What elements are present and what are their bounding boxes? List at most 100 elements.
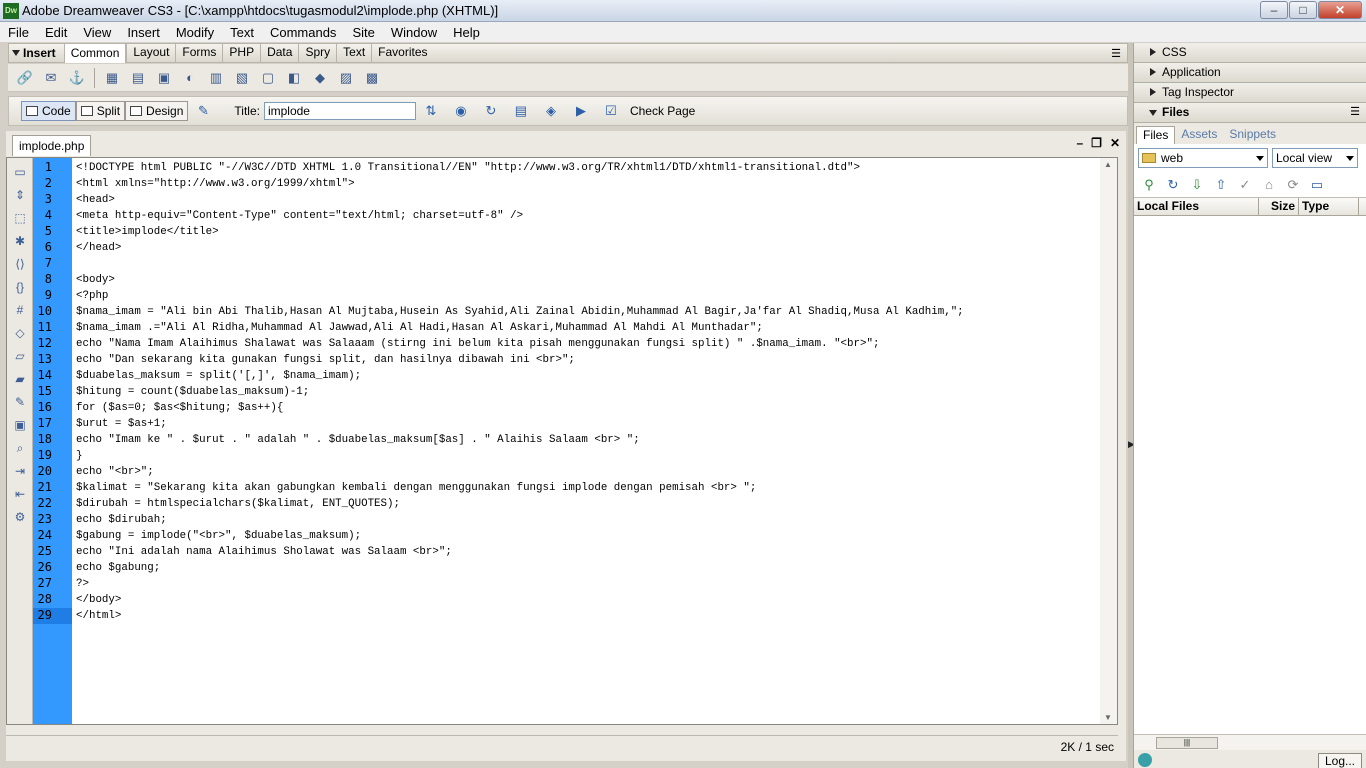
maximize-button[interactable]: □ (1289, 1, 1317, 19)
code-line[interactable]: echo "<br>"; (76, 464, 1099, 480)
check-out-icon[interactable]: ✓ (1236, 177, 1254, 193)
document-tab[interactable]: implode.php (12, 135, 92, 156)
select-parent-tag-icon[interactable]: ⟨⟩ (11, 255, 29, 273)
live-data-icon[interactable]: ✎ (192, 101, 214, 121)
balance-braces-icon[interactable]: {} (11, 278, 29, 296)
column-type[interactable]: Type (1299, 198, 1359, 215)
panel-options-menu-icon[interactable]: ☰ (1111, 47, 1121, 60)
files-horizontal-scrollbar[interactable]: ||| (1134, 734, 1366, 750)
visual-aids-icon[interactable]: ◈ (540, 101, 562, 121)
document-title-input[interactable] (263, 102, 416, 120)
tab-layout[interactable]: Layout (126, 43, 175, 63)
design-view-button[interactable]: Design (125, 101, 189, 121)
recent-snippets-icon[interactable]: ▣ (11, 416, 29, 434)
refresh-icon[interactable]: ↻ (1164, 177, 1182, 193)
code-line[interactable]: echo "Nama Imam Alaihimus Shalawat was S… (76, 336, 1099, 352)
check-page-button[interactable]: Check Page (630, 104, 695, 118)
server-side-include-icon[interactable]: ▧ (232, 68, 252, 88)
code-line[interactable]: echo "Imam ke " . $urut . " adalah " . $… (76, 432, 1099, 448)
tab-forms[interactable]: Forms (175, 43, 222, 63)
code-line[interactable]: $nama_imam .="Ali Al Ridha,Muhammad Al J… (76, 320, 1099, 336)
connect-icon[interactable]: ⚲ (1140, 177, 1158, 193)
image-icon[interactable]: ▣ (154, 68, 174, 88)
code-line[interactable]: </body> (76, 592, 1099, 608)
code-line[interactable]: $gabung = implode("<br>", $duabelas_maks… (76, 528, 1099, 544)
tab-files[interactable]: Files (1136, 126, 1176, 144)
named-anchor-icon[interactable]: ⚓ (67, 68, 87, 88)
code-line[interactable]: echo "Ini adalah nama Alaihimus Sholawat… (76, 544, 1099, 560)
code-line[interactable]: $duabelas_maksum = split('[,]', $nama_im… (76, 368, 1099, 384)
menu-commands[interactable]: Commands (262, 25, 344, 40)
apply-comment-icon[interactable]: ▱ (11, 347, 29, 365)
templates-icon[interactable]: ▨ (336, 68, 356, 88)
menu-view[interactable]: View (75, 25, 119, 40)
view-select[interactable]: Local view (1272, 148, 1358, 168)
scroll-down-icon[interactable]: ▼ (1104, 713, 1112, 722)
check-in-icon[interactable]: ⌂ (1260, 177, 1278, 192)
menu-file[interactable]: File (0, 25, 37, 40)
scrollbar-thumb[interactable]: ||| (1156, 737, 1218, 749)
refresh-icon[interactable]: ↻ (480, 101, 502, 121)
doc-restore-button[interactable]: ❐ (1091, 136, 1102, 150)
menu-modify[interactable]: Modify (168, 25, 222, 40)
expand-panel-icon[interactable]: ▭ (1308, 177, 1326, 193)
code-line[interactable]: } (76, 448, 1099, 464)
tab-snippets[interactable]: Snippets (1223, 126, 1282, 144)
div-tag-icon[interactable]: ▤ (128, 68, 148, 88)
code-line[interactable]: echo $dirubah; (76, 512, 1099, 528)
code-line[interactable]: </html> (76, 608, 1099, 624)
close-window-button[interactable]: ✕ (1318, 1, 1362, 19)
open-documents-icon[interactable]: ▭ (11, 163, 29, 181)
menu-site[interactable]: Site (344, 25, 382, 40)
doc-close-button[interactable]: ✕ (1110, 136, 1120, 150)
tab-favorites[interactable]: Favorites (371, 43, 433, 63)
css-panel-header[interactable]: CSS (1134, 43, 1366, 63)
tab-text[interactable]: Text (336, 43, 371, 63)
code-line[interactable]: <body> (76, 272, 1099, 288)
code-editor[interactable]: ▭ ⇕ ⬚ ✱ ⟨⟩ {} # ◇ ▱ ▰ ✎ ▣ ⌕ ⇥ ⇤ ⚙ 123456… (6, 157, 1118, 725)
site-select[interactable]: web (1138, 148, 1268, 168)
code-line[interactable]: <title>implode</title> (76, 224, 1099, 240)
table-icon[interactable]: ▦ (102, 68, 122, 88)
head-icon[interactable]: ◧ (284, 68, 304, 88)
menu-window[interactable]: Window (383, 25, 445, 40)
get-files-icon[interactable]: ⇩ (1188, 177, 1206, 193)
split-view-button[interactable]: Split (75, 101, 126, 121)
code-line[interactable] (76, 256, 1099, 272)
format-source-code-icon[interactable]: ⚙ (11, 508, 29, 526)
highlight-invalid-code-icon[interactable]: ◇ (11, 324, 29, 342)
outdent-code-icon[interactable]: ⇤ (11, 485, 29, 503)
vertical-scrollbar[interactable]: ▲ ▼ (1100, 158, 1117, 724)
menu-edit[interactable]: Edit (37, 25, 75, 40)
expand-all-icon[interactable]: ✱ (11, 232, 29, 250)
collapse-selection-icon[interactable]: ⬚ (11, 209, 29, 227)
code-line[interactable]: <head> (76, 192, 1099, 208)
files-options-menu-icon[interactable]: ☰ (1350, 103, 1360, 122)
code-line[interactable]: <html xmlns="http://www.w3.org/1999/xhtm… (76, 176, 1099, 192)
collapse-full-tag-icon[interactable]: ⇕ (11, 186, 29, 204)
check-page-icon[interactable]: ☑ (600, 101, 622, 121)
code-line[interactable]: $dirubah = htmlspecialchars($kalimat, EN… (76, 496, 1099, 512)
wrap-tag-icon[interactable]: ✎ (11, 393, 29, 411)
script-icon[interactable]: ◆ (310, 68, 330, 88)
code-line[interactable]: <?php (76, 288, 1099, 304)
tag-inspector-panel-header[interactable]: Tag Inspector (1134, 83, 1366, 103)
menu-insert[interactable]: Insert (119, 25, 168, 40)
code-line[interactable]: $nama_imam = "Ali bin Abi Thalib,Hasan A… (76, 304, 1099, 320)
tab-common[interactable]: Common (63, 43, 127, 63)
media-icon[interactable]: ◐ (180, 68, 200, 88)
menu-text[interactable]: Text (222, 25, 262, 40)
tab-data[interactable]: Data (260, 43, 298, 63)
validate-markup-icon[interactable]: ▶ (570, 101, 592, 121)
code-line[interactable]: </head> (76, 240, 1099, 256)
indent-code-icon[interactable]: ⇥ (11, 462, 29, 480)
code-line[interactable]: ?> (76, 576, 1099, 592)
comment-icon[interactable]: ▢ (258, 68, 278, 88)
code-line[interactable]: echo "Dan sekarang kita gunakan fungsi s… (76, 352, 1099, 368)
code-line[interactable]: $kalimat = "Sekarang kita akan gabungkan… (76, 480, 1099, 496)
log-button[interactable]: Log... (1317, 753, 1362, 768)
minimize-button[interactable]: – (1260, 1, 1288, 19)
tab-php[interactable]: PHP (222, 43, 260, 63)
doc-minimize-button[interactable]: – (1076, 136, 1083, 150)
code-line[interactable]: $urut = $as+1; (76, 416, 1099, 432)
